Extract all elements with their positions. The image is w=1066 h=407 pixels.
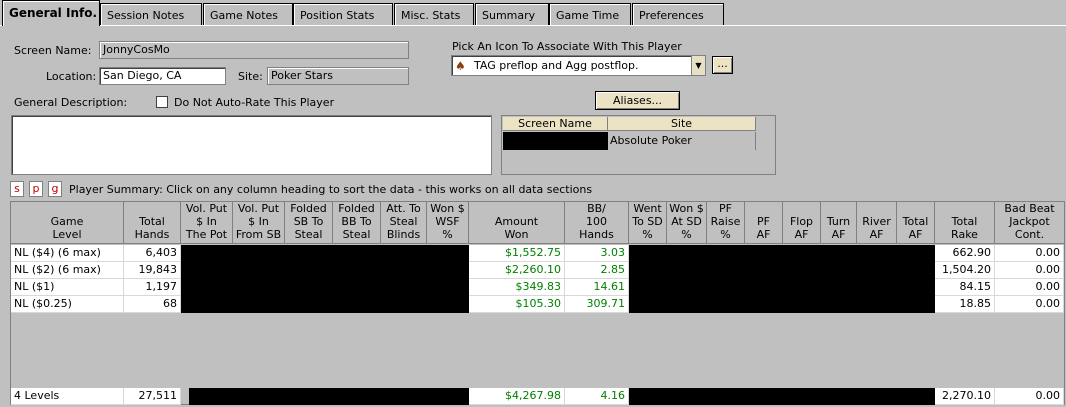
col-pf-raise[interactable]: PF Raise %: [707, 202, 745, 244]
alias-screen-name-redacted: [503, 132, 608, 150]
tab-bar: General Info. Session Notes Game Notes P…: [0, 0, 1066, 26]
location-label: Location:: [46, 70, 97, 83]
cell-bb100: 2.85: [565, 262, 629, 279]
summary-s-button[interactable]: s: [10, 181, 24, 197]
cell-rake: 84.15: [935, 279, 995, 296]
col-jackpot[interactable]: Bad Beat Jackpot Cont.: [995, 202, 1064, 244]
col-wtsd[interactable]: Went To SD %: [629, 202, 667, 244]
cell-jackpot: 0.00: [995, 262, 1064, 279]
tab-game-time[interactable]: Game Time: [549, 3, 631, 26]
player-icon: ♠: [455, 59, 466, 73]
total-jackpot: 0.00: [995, 388, 1064, 405]
screen-name-field[interactable]: JonnyCosMo: [99, 41, 409, 59]
col-river-af[interactable]: River AF: [857, 202, 897, 244]
col-flop-af[interactable]: Flop AF: [783, 202, 821, 244]
browse-icon-button[interactable]: ...: [712, 56, 733, 74]
col-total-af[interactable]: Total AF: [897, 202, 935, 244]
tab-misc-stats[interactable]: Misc. Stats: [394, 3, 474, 26]
tab-preferences[interactable]: Preferences: [632, 3, 724, 26]
site-label: Site:: [238, 70, 263, 83]
player-summary-table: Game Level Total Hands Vol. Put $ In The…: [10, 201, 1065, 405]
general-description-label: General Description:: [14, 96, 128, 109]
redacted-total-preflop: [189, 388, 469, 405]
auto-rate-label: Do Not Auto-Rate This Player: [174, 96, 335, 109]
redacted-total-postflop: [629, 388, 935, 405]
cell-bb100: 14.61: [565, 279, 629, 296]
cell-won: $349.83: [469, 279, 565, 296]
cell-rake: 1,504.20: [935, 262, 995, 279]
tab-position-stats[interactable]: Position Stats: [293, 3, 393, 26]
col-bb100[interactable]: BB/ 100 Hands: [565, 202, 629, 244]
col-wsd[interactable]: Won $ At SD %: [667, 202, 707, 244]
icon-label: Pick An Icon To Associate With This Play…: [452, 40, 682, 53]
col-att-steal[interactable]: Att. To Steal Blinds: [381, 202, 427, 244]
aliases-button[interactable]: Aliases...: [595, 91, 680, 110]
col-total-hands[interactable]: Total Hands: [124, 202, 181, 244]
aliases-header-screen-name[interactable]: Screen Name: [503, 117, 608, 131]
icon-select-value: TAG preflop and Agg postflop.: [474, 59, 639, 72]
total-hands: 27,511: [124, 388, 181, 405]
col-vpip[interactable]: Vol. Put $ In The Pot: [181, 202, 233, 244]
tab-divider: [0, 25, 1066, 26]
cell-level: NL ($2) (6 max): [11, 262, 124, 279]
redacted-postflop-stats: [629, 245, 935, 313]
cell-hands: 6,403: [124, 245, 181, 262]
summary-g-button[interactable]: g: [48, 181, 62, 197]
col-game-level[interactable]: Game Level: [11, 202, 124, 244]
col-folded-bb[interactable]: Folded BB To Steal: [333, 202, 381, 244]
aliases-table: Screen Name Site Absolute Poker: [501, 115, 776, 175]
location-field[interactable]: San Diego, CA: [99, 67, 226, 85]
cell-rake: 18.85: [935, 296, 995, 313]
screen-name-label: Screen Name:: [14, 44, 92, 57]
tab-general-info[interactable]: General Info.: [2, 0, 100, 26]
col-amount-won[interactable]: Amount Won: [469, 202, 565, 244]
cell-level: NL ($4) (6 max): [11, 245, 124, 262]
cell-hands: 68: [124, 296, 181, 313]
cell-level: NL ($0.25): [11, 296, 124, 313]
col-wsf[interactable]: Won $ WSF %: [427, 202, 469, 244]
cell-bb100: 309.71: [565, 296, 629, 313]
col-folded-sb[interactable]: Folded SB To Steal: [285, 202, 333, 244]
col-turn-af[interactable]: Turn AF: [821, 202, 857, 244]
summary-p-button[interactable]: p: [29, 181, 43, 197]
tab-session-notes[interactable]: Session Notes: [100, 3, 202, 26]
general-description-textarea[interactable]: [11, 115, 492, 175]
alias-site[interactable]: Absolute Poker: [608, 132, 756, 150]
total-won: $4,267.98: [469, 388, 565, 405]
aliases-header-site[interactable]: Site: [608, 117, 756, 131]
chevron-down-icon[interactable]: ▼: [691, 56, 705, 75]
cell-won: $1,552.75: [469, 245, 565, 262]
col-vpip-sb[interactable]: Vol. Put $ In From SB: [233, 202, 285, 244]
total-bb100: 4.16: [565, 388, 629, 405]
tab-summary[interactable]: Summary: [475, 3, 549, 26]
cell-jackpot: 0.00: [995, 245, 1064, 262]
cell-jackpot: 0.00: [995, 296, 1064, 313]
redacted-preflop-stats: [181, 245, 469, 313]
cell-rake: 662.90: [935, 245, 995, 262]
cell-jackpot: 0.00: [995, 279, 1064, 296]
player-summary-text: Player Summary: Click on any column head…: [69, 183, 593, 196]
cell-won: $105.30: [469, 296, 565, 313]
cell-level: NL ($1): [11, 279, 124, 296]
site-field: Poker Stars: [267, 67, 409, 85]
col-total-rake[interactable]: Total Rake: [935, 202, 995, 244]
icon-select[interactable]: ♠ TAG preflop and Agg postflop. ▼: [451, 55, 706, 76]
cell-hands: 19,843: [124, 262, 181, 279]
tab-game-notes[interactable]: Game Notes: [203, 3, 293, 26]
auto-rate-checkbox[interactable]: [156, 96, 168, 108]
cell-bb100: 3.03: [565, 245, 629, 262]
cell-hands: 1,197: [124, 279, 181, 296]
total-rake: 2,270.10: [935, 388, 995, 405]
col-pf-af[interactable]: PF AF: [745, 202, 783, 244]
total-level: 4 Levels: [11, 388, 124, 405]
cell-won: $2,260.10: [469, 262, 565, 279]
